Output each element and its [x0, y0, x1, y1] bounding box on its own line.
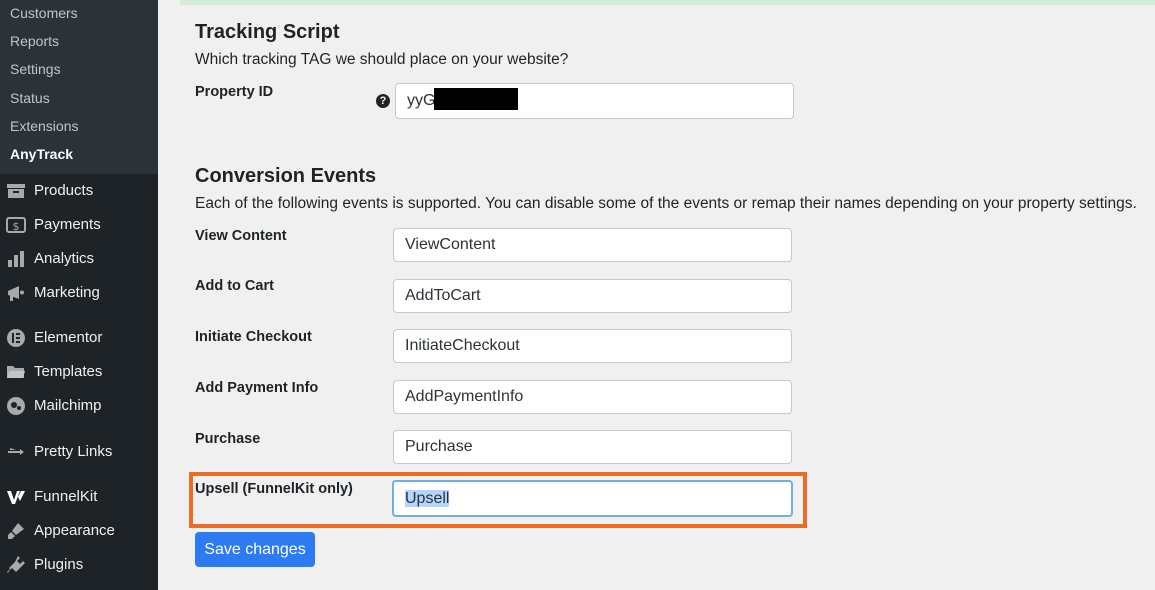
property-id-label: Property ID [195, 84, 274, 100]
megaphone-icon [8, 286, 24, 301]
paintbrush-icon [8, 523, 24, 539]
purchase-input[interactable] [393, 430, 792, 464]
archive-icon [7, 184, 25, 198]
conversion-events-heading: Conversion Events [195, 165, 377, 187]
plug-icon [7, 556, 25, 573]
sidebar-item-appearance[interactable]: Appearance [0, 516, 158, 546]
submenu-reports[interactable]: Reports [10, 32, 59, 50]
sidebar-item-pretty-links[interactable]: Pretty Links [0, 437, 158, 467]
sidebar-item-label: Mailchimp [34, 397, 102, 414]
sidebar-item-label: Payments [34, 216, 101, 233]
sidebar-item-label: FunnelKit [34, 488, 98, 505]
sidebar-item-products[interactable]: Products [0, 176, 158, 206]
submenu-customers[interactable]: Customers [10, 4, 78, 22]
mailchimp-icon [7, 397, 25, 415]
sidebar-item-label: Products [34, 182, 94, 199]
tracking-script-heading: Tracking Script [195, 21, 340, 43]
submenu-anytrack[interactable]: AnyTrack [10, 145, 73, 163]
sidebar-item-label: Pretty Links [34, 443, 113, 460]
dollar-icon: $ [6, 217, 26, 233]
initiate-checkout-label: Initiate Checkout [195, 329, 312, 345]
sidebar-item-plugins[interactable]: Plugins [0, 550, 158, 580]
star-trail-icon [8, 448, 24, 455]
elementor-icon [7, 329, 25, 347]
notice-bar [180, 0, 1155, 5]
submenu-extensions[interactable]: Extensions [10, 117, 78, 135]
upsell-label: Upsell (FunnelKit only) [195, 481, 353, 497]
sidebar-item-templates[interactable]: Templates [0, 357, 158, 387]
funnelkit-icon [7, 491, 25, 504]
sidebar-item-label: Marketing [34, 284, 100, 301]
sidebar-item-mailchimp[interactable]: Mailchimp [0, 391, 158, 421]
add-payment-info-input[interactable] [393, 380, 792, 414]
tracking-script-description: Which tracking TAG we should place on yo… [195, 51, 569, 68]
sidebar-item-marketing[interactable]: Marketing [0, 278, 158, 308]
sidebar-item-label: Plugins [34, 556, 84, 573]
svg-text:$: $ [13, 220, 20, 233]
upsell-input[interactable]: Upsell [392, 480, 793, 517]
initiate-checkout-input[interactable] [393, 329, 792, 363]
sidebar-item-label: Templates [34, 363, 103, 380]
admin-sidebar: Customers Reports Settings Status Extens… [0, 0, 158, 590]
sidebar-item-label: Analytics [34, 250, 95, 267]
submenu-status[interactable]: Status [10, 89, 50, 107]
sidebar-item-analytics[interactable]: Analytics [0, 244, 158, 274]
folder-icon [7, 366, 25, 378]
purchase-label: Purchase [195, 431, 261, 447]
help-icon[interactable]: ? [376, 94, 390, 108]
view-content-label: View Content [195, 228, 287, 244]
submenu: Customers Reports Settings Status Extens… [0, 0, 158, 174]
sidebar-item-label: Appearance [34, 522, 115, 539]
upsell-selected-value: Upsell [405, 490, 450, 507]
add-payment-info-label: Add Payment Info [195, 380, 319, 396]
sidebar-item-funnelkit[interactable]: FunnelKit [0, 482, 158, 512]
save-changes-button[interactable]: Save changes [195, 532, 315, 567]
sidebar-item-payments[interactable]: $ Payments [0, 210, 158, 240]
sidebar-item-label: Elementor [34, 329, 103, 346]
add-to-cart-label: Add to Cart [195, 278, 274, 294]
conversion-events-description: Each of the following events is supporte… [195, 195, 1137, 212]
redaction-block [434, 88, 518, 110]
submenu-settings[interactable]: Settings [10, 60, 61, 78]
view-content-input[interactable] [393, 228, 792, 262]
sidebar-item-elementor[interactable]: Elementor [0, 323, 158, 353]
bar-chart-icon [8, 251, 24, 267]
add-to-cart-input[interactable] [393, 279, 792, 313]
